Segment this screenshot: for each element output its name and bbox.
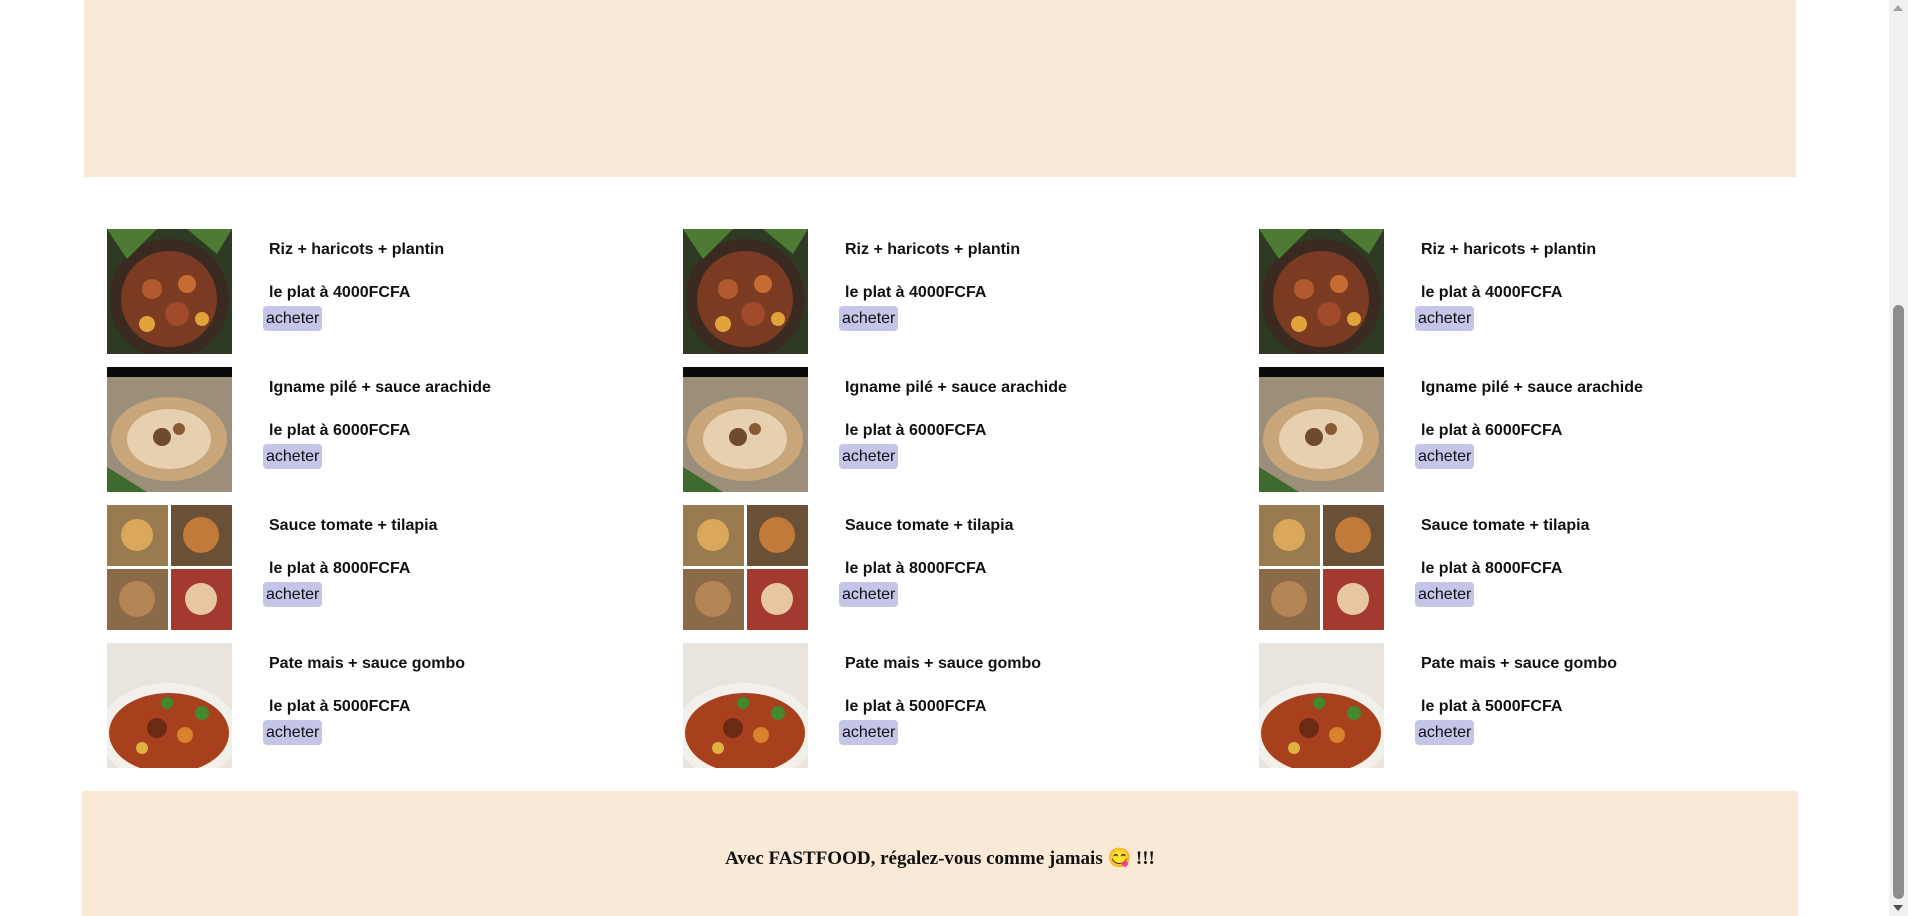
- dish-image: [683, 643, 808, 768]
- dish-price: le plat à 4000FCFA: [1421, 284, 1563, 301]
- menu-item: Igname pilé + sauce arachide le plat à 6…: [683, 367, 1259, 505]
- menu-item: Pate mais + sauce gombo le plat à 5000FC…: [1259, 643, 1835, 781]
- dish-image: [683, 505, 808, 630]
- footer-slogan: Avec FASTFOOD, régalez-vous comme jamais…: [725, 848, 1155, 869]
- scroll-down-arrow-icon[interactable]: [1893, 905, 1903, 911]
- menu-item: Igname pilé + sauce arachide le plat à 6…: [107, 367, 683, 505]
- menu-item: Sauce tomate + tilapia le plat à 8000FCF…: [1259, 505, 1835, 643]
- dish-name: Sauce tomate + tilapia: [845, 517, 1014, 534]
- buy-button[interactable]: acheter: [263, 444, 323, 469]
- dish-image: [1259, 505, 1384, 630]
- dish-name: Riz + haricots + plantin: [1421, 241, 1597, 258]
- dish-price: le plat à 5000FCFA: [845, 698, 987, 715]
- dish-name: Pate mais + sauce gombo: [1421, 655, 1618, 672]
- dish-price: le plat à 6000FCFA: [845, 422, 987, 439]
- dish-image: [107, 643, 232, 768]
- menu-item: Pate mais + sauce gombo le plat à 5000FC…: [107, 643, 683, 781]
- dish-image: [1259, 643, 1384, 768]
- dish-name: Igname pilé + sauce arachide: [845, 379, 1067, 396]
- menu-grid: Riz + haricots + plantin le plat à 4000F…: [107, 229, 1837, 768]
- dish-price: le plat à 5000FCFA: [269, 698, 411, 715]
- dish-image: [107, 229, 232, 354]
- buy-button[interactable]: acheter: [839, 582, 899, 607]
- dish-name: Igname pilé + sauce arachide: [1421, 379, 1643, 396]
- top-banner: [84, 0, 1796, 177]
- buy-button[interactable]: acheter: [1415, 306, 1475, 331]
- dish-name: Igname pilé + sauce arachide: [269, 379, 491, 396]
- buy-button[interactable]: acheter: [839, 306, 899, 331]
- menu-item: Pate mais + sauce gombo le plat à 5000FC…: [683, 643, 1259, 781]
- dish-price: le plat à 5000FCFA: [1421, 698, 1563, 715]
- dish-image: [683, 367, 808, 492]
- dish-image: [1259, 367, 1384, 492]
- dish-image: [107, 367, 232, 492]
- buy-button[interactable]: acheter: [839, 444, 899, 469]
- scroll-up-arrow-icon[interactable]: [1893, 5, 1903, 11]
- buy-button[interactable]: acheter: [839, 720, 899, 745]
- dish-price: le plat à 8000FCFA: [845, 560, 987, 577]
- scrollbar-thumb[interactable]: [1893, 305, 1904, 899]
- dish-price: le plat à 8000FCFA: [1421, 560, 1563, 577]
- dish-price: le plat à 6000FCFA: [1421, 422, 1563, 439]
- dish-price: le plat à 6000FCFA: [269, 422, 411, 439]
- dish-name: Sauce tomate + tilapia: [269, 517, 438, 534]
- dish-name: Pate mais + sauce gombo: [845, 655, 1042, 672]
- buy-button[interactable]: acheter: [263, 582, 323, 607]
- footer: Avec FASTFOOD, régalez-vous comme jamais…: [82, 791, 1798, 916]
- menu-item: Sauce tomate + tilapia le plat à 8000FCF…: [107, 505, 683, 643]
- menu-item: Riz + haricots + plantin le plat à 4000F…: [1259, 229, 1835, 367]
- buy-button[interactable]: acheter: [1415, 582, 1475, 607]
- dish-image: [1259, 229, 1384, 354]
- menu-item: Riz + haricots + plantin le plat à 4000F…: [107, 229, 683, 367]
- buy-button[interactable]: acheter: [1415, 444, 1475, 469]
- dish-name: Riz + haricots + plantin: [845, 241, 1021, 258]
- dish-image: [107, 505, 232, 630]
- dish-image: [683, 229, 808, 354]
- menu-item: Sauce tomate + tilapia le plat à 8000FCF…: [683, 505, 1259, 643]
- dish-name: Sauce tomate + tilapia: [1421, 517, 1590, 534]
- dish-name: Riz + haricots + plantin: [269, 241, 445, 258]
- dish-price: le plat à 4000FCFA: [269, 284, 411, 301]
- dish-price: le plat à 4000FCFA: [845, 284, 987, 301]
- dish-price: le plat à 8000FCFA: [269, 560, 411, 577]
- buy-button[interactable]: acheter: [1415, 720, 1475, 745]
- menu-item: Igname pilé + sauce arachide le plat à 6…: [1259, 367, 1835, 505]
- buy-button[interactable]: acheter: [263, 720, 323, 745]
- dish-name: Pate mais + sauce gombo: [269, 655, 466, 672]
- menu-item: Riz + haricots + plantin le plat à 4000F…: [683, 229, 1259, 367]
- vertical-scrollbar[interactable]: [1889, 0, 1908, 916]
- buy-button[interactable]: acheter: [263, 306, 323, 331]
